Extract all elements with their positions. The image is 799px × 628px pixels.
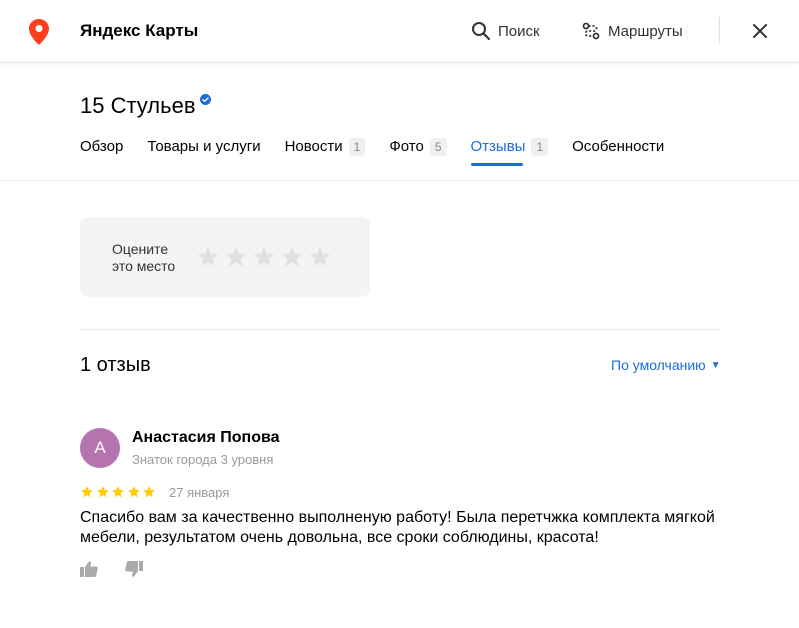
star-empty-icon[interactable] <box>308 245 332 269</box>
star-empty-icon[interactable] <box>224 245 248 269</box>
active-tab-indicator <box>470 163 523 166</box>
header-divider <box>719 17 720 43</box>
star-empty-icon[interactable] <box>196 245 220 269</box>
star-empty-icon[interactable] <box>280 245 304 269</box>
route-icon <box>582 22 600 40</box>
search-icon <box>472 22 491 41</box>
thumbs-down-icon[interactable] <box>125 561 143 577</box>
tab-label: Отзывы <box>470 138 526 155</box>
map-pin-icon[interactable] <box>29 19 49 45</box>
tab-label: Фото <box>389 138 424 155</box>
review-author-level: Знаток города 3 уровня <box>132 452 274 467</box>
rate-place-label: Оцените это место <box>112 241 192 275</box>
tab-overview[interactable]: Обзор <box>80 138 123 168</box>
tab-count-badge: 1 <box>531 138 549 156</box>
tab-goods-services[interactable]: Товары и услуги <box>147 138 260 168</box>
search-label: Поиск <box>498 22 540 40</box>
tab-photos[interactable]: Фото 5 <box>389 138 447 168</box>
org-name: 15 Стульев <box>80 93 196 118</box>
star-filled-icon <box>81 486 93 498</box>
star-filled-icon <box>127 486 140 498</box>
tab-label: Новости <box>284 138 343 155</box>
caret-down-icon: ▼ <box>710 359 721 371</box>
app-title[interactable]: Яндекс Карты <box>80 21 198 41</box>
rating-stars-input <box>196 245 336 269</box>
review-date: 27 января <box>169 485 230 500</box>
tab-reviews[interactable]: Отзывы 1 <box>470 138 549 168</box>
sort-label: По умолчанию <box>611 357 706 373</box>
verified-badge-icon <box>199 94 211 105</box>
avatar[interactable]: А <box>80 428 120 468</box>
reviews-count: 1 отзыв <box>80 354 151 376</box>
top-header: Яндекс Карты Поиск Маршруты <box>0 0 799 63</box>
star-filled-icon <box>96 486 109 498</box>
rate-label-line1: Оцените <box>112 241 169 257</box>
star-filled-icon <box>143 486 155 498</box>
search-button[interactable]: Поиск <box>471 19 540 43</box>
review-text: Спасибо вам за качественно выполненую ра… <box>80 509 715 546</box>
tab-news[interactable]: Новости 1 <box>285 138 366 168</box>
org-title: 15 Стульев <box>80 93 211 119</box>
tab-count-badge: 1 <box>348 138 366 156</box>
tab-count-badge: 5 <box>429 138 447 156</box>
tab-label: Товары и услуги <box>147 138 261 155</box>
routes-button[interactable]: Маршруты <box>581 19 683 43</box>
section-divider <box>80 329 720 330</box>
close-icon[interactable] <box>750 21 770 41</box>
star-filled-icon <box>112 486 124 498</box>
sort-dropdown[interactable]: По умолчанию ▼ <box>611 357 721 373</box>
avatar-letter: А <box>94 438 106 457</box>
tab-features[interactable]: Особенности <box>572 138 664 168</box>
review-author-name[interactable]: Анастасия Попова <box>132 429 280 447</box>
tab-label: Особенности <box>572 138 665 155</box>
star-empty-icon[interactable] <box>252 245 276 269</box>
rate-place-card: Оцените это место <box>80 217 370 297</box>
thumbs-up-icon[interactable] <box>80 561 98 577</box>
rate-label-line2: это место <box>112 258 176 274</box>
tab-label: Обзор <box>80 138 124 155</box>
tabs-divider <box>0 180 799 181</box>
review-rating-stars <box>80 485 158 499</box>
routes-label: Маршруты <box>608 22 683 40</box>
org-tabs: Обзор Товары и услуги Новости 1 Фото 5 О… <box>80 138 688 168</box>
